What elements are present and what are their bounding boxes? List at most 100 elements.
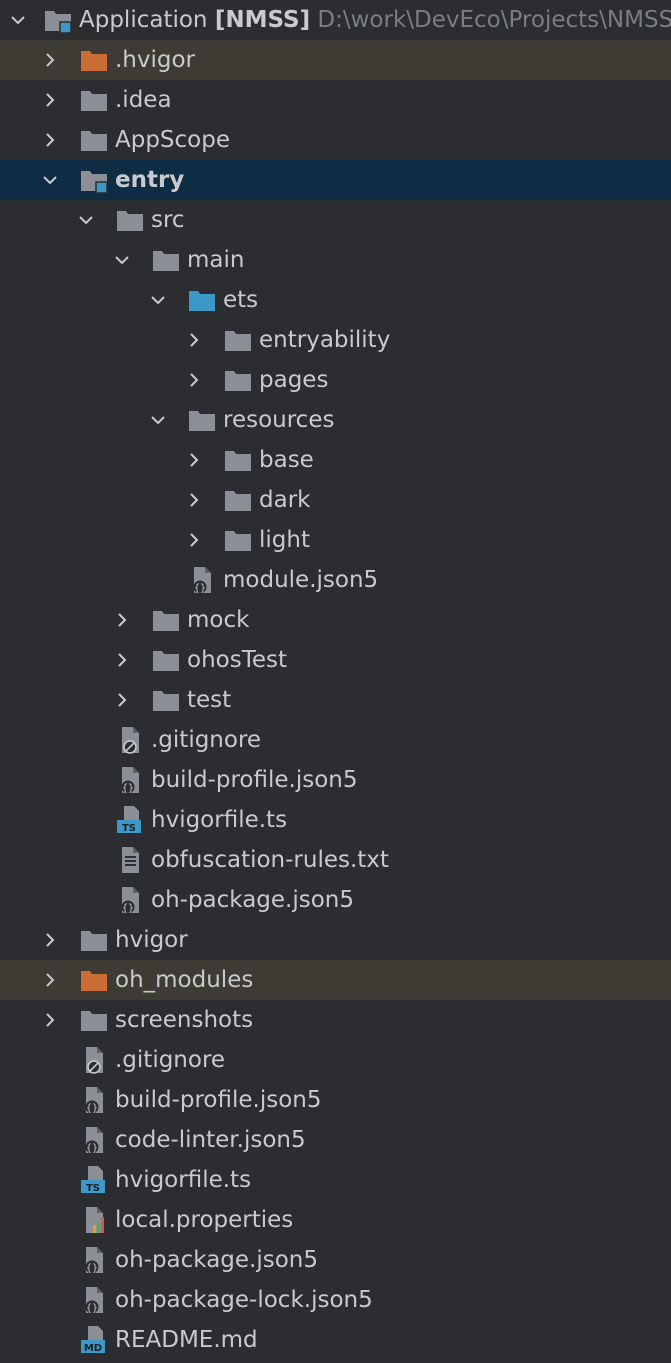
svg-text:{}: {}	[122, 783, 134, 794]
tree-item-label: oh_modules	[115, 967, 254, 993]
tree-item-label: pages	[259, 367, 329, 393]
tree-item-gitignore[interactable]: .gitignore	[0, 1040, 671, 1080]
tree-item-obfuscation-rules-txt[interactable]: obfuscation-rules.txt	[0, 840, 671, 880]
tree-item-idea[interactable]: .idea	[0, 80, 671, 120]
tree-item-ohostest[interactable]: ohosTest	[0, 640, 671, 680]
tree-item-entryability[interactable]: entryability	[0, 320, 671, 360]
json5-file-icon: {}	[85, 1287, 103, 1314]
chevron-right-icon[interactable]	[43, 93, 57, 107]
json5-file-icon: {}	[121, 767, 139, 794]
tree-item-label: AppScope	[115, 127, 230, 153]
tree-item-label: hvigorfile.ts	[115, 1167, 252, 1193]
tree-item-hvigor[interactable]: hvigor	[0, 920, 671, 960]
svg-text:TS: TS	[86, 1183, 100, 1194]
tree-item-resources[interactable]: resources	[0, 400, 671, 440]
tree-item-test[interactable]: test	[0, 680, 671, 720]
tree-item-label: .hvigor	[115, 47, 196, 73]
chevron-down-icon[interactable]	[151, 293, 165, 307]
tree-item-entry[interactable]: entry	[0, 160, 671, 200]
svg-text:{}: {}	[86, 1303, 98, 1314]
tree-item-appscope[interactable]: AppScope	[0, 120, 671, 160]
properties-file-icon	[86, 1207, 104, 1233]
chevron-right-icon[interactable]	[43, 53, 57, 67]
chevron-down-icon[interactable]	[79, 213, 93, 227]
project-tree: Application [NMSS] D:\work\DevEco\Projec…	[0, 0, 671, 1363]
tree-root-application[interactable]: Application [NMSS] D:\work\DevEco\Projec…	[0, 0, 671, 40]
tree-item-local-properties[interactable]: local.properties	[0, 1200, 671, 1240]
tree-item-label: ets	[223, 287, 259, 313]
tree-item-label: .gitignore	[115, 1047, 226, 1073]
root-module-name: [NMSS]	[214, 7, 311, 33]
chevron-down-icon[interactable]	[43, 173, 57, 187]
tree-item-oh-modules[interactable]: oh_modules	[0, 960, 671, 1000]
tree-item-oh-package-json5[interactable]: {} oh-package.json5	[0, 880, 671, 920]
text-file-icon	[122, 847, 139, 873]
tree-item-label: dark	[259, 487, 311, 513]
tree-item-src[interactable]: src	[0, 200, 671, 240]
tree-item-label: build-profile.json5	[115, 1087, 322, 1113]
tree-item-label: hvigorfile.ts	[151, 807, 288, 833]
svg-text:{}: {}	[86, 1263, 98, 1274]
folder-icon	[153, 651, 179, 671]
tree-item-mock[interactable]: mock	[0, 600, 671, 640]
folder-icon	[225, 531, 251, 551]
chevron-down-icon[interactable]	[115, 253, 129, 267]
tree-item-base[interactable]: base	[0, 440, 671, 480]
tree-item-hvigorfile-ts[interactable]: TS hvigorfile.ts	[0, 800, 671, 840]
chevron-right-icon[interactable]	[115, 653, 129, 667]
tree-item-label: entry	[115, 167, 185, 193]
chevron-right-icon[interactable]	[115, 693, 129, 707]
folder-icon	[225, 451, 251, 471]
tree-item-label: ohosTest	[187, 647, 287, 673]
tree-item-screenshots[interactable]: screenshots	[0, 1000, 671, 1040]
root-project-path: D:\work\DevEco\Projects\NMSS	[317, 7, 671, 33]
folder-icon	[225, 331, 251, 351]
tree-item-label: light	[259, 527, 310, 553]
gitignore-file-icon	[122, 727, 139, 754]
tree-item-build-profile-json5[interactable]: {} build-profile.json5	[0, 760, 671, 800]
chevron-right-icon[interactable]	[187, 373, 201, 387]
tree-item-label: entryability	[259, 327, 391, 353]
chevron-right-icon[interactable]	[187, 453, 201, 467]
folder-icon	[81, 131, 107, 151]
json5-file-icon: {}	[121, 887, 139, 914]
chevron-right-icon[interactable]	[43, 1013, 57, 1027]
tree-item-pages[interactable]: pages	[0, 360, 671, 400]
chevron-right-icon[interactable]	[115, 613, 129, 627]
tree-item-hvigorfile-ts[interactable]: TS hvigorfile.ts	[0, 1160, 671, 1200]
folder-icon	[225, 491, 251, 511]
tree-item-dark[interactable]: dark	[0, 480, 671, 520]
chevron-right-icon[interactable]	[43, 933, 57, 947]
tree-item-readme-md[interactable]: MD README.md	[0, 1320, 671, 1360]
folder-icon	[81, 1011, 107, 1031]
tree-item-gitignore[interactable]: .gitignore	[0, 720, 671, 760]
tree-item-label: build-profile.json5	[151, 767, 358, 793]
tree-item-build-profile-json5[interactable]: {} build-profile.json5	[0, 1080, 671, 1120]
svg-text:{}: {}	[122, 903, 134, 914]
tree-item-oh-package-json5[interactable]: {} oh-package.json5	[0, 1240, 671, 1280]
svg-text:MD: MD	[84, 1343, 102, 1354]
chevron-right-icon[interactable]	[187, 533, 201, 547]
tree-item-label: local.properties	[115, 1207, 294, 1233]
folder-icon	[81, 931, 107, 951]
tree-item-hvigor[interactable]: .hvigor	[0, 40, 671, 80]
chevron-right-icon[interactable]	[187, 493, 201, 507]
chevron-down-icon[interactable]	[11, 13, 25, 27]
tree-item-label: README.md	[115, 1327, 258, 1353]
tree-item-label: obfuscation-rules.txt	[151, 847, 389, 873]
tree-item-code-linter-json5[interactable]: {} code-linter.json5	[0, 1120, 671, 1160]
tree-item-module-json5[interactable]: {} module.json5	[0, 560, 671, 600]
svg-text:{}: {}	[86, 1143, 98, 1154]
typescript-file-icon: TS	[117, 806, 141, 834]
folder-icon	[153, 251, 179, 271]
chevron-right-icon[interactable]	[187, 333, 201, 347]
chevron-right-icon[interactable]	[43, 133, 57, 147]
tree-item-main[interactable]: main	[0, 240, 671, 280]
chevron-down-icon[interactable]	[151, 413, 165, 427]
tree-item-label: screenshots	[115, 1007, 254, 1033]
tree-item-label: resources	[223, 407, 335, 433]
tree-item-oh-package-lock-json5[interactable]: {} oh-package-lock.json5	[0, 1280, 671, 1320]
tree-item-light[interactable]: light	[0, 520, 671, 560]
chevron-right-icon[interactable]	[43, 973, 57, 987]
tree-item-ets[interactable]: ets	[0, 280, 671, 320]
